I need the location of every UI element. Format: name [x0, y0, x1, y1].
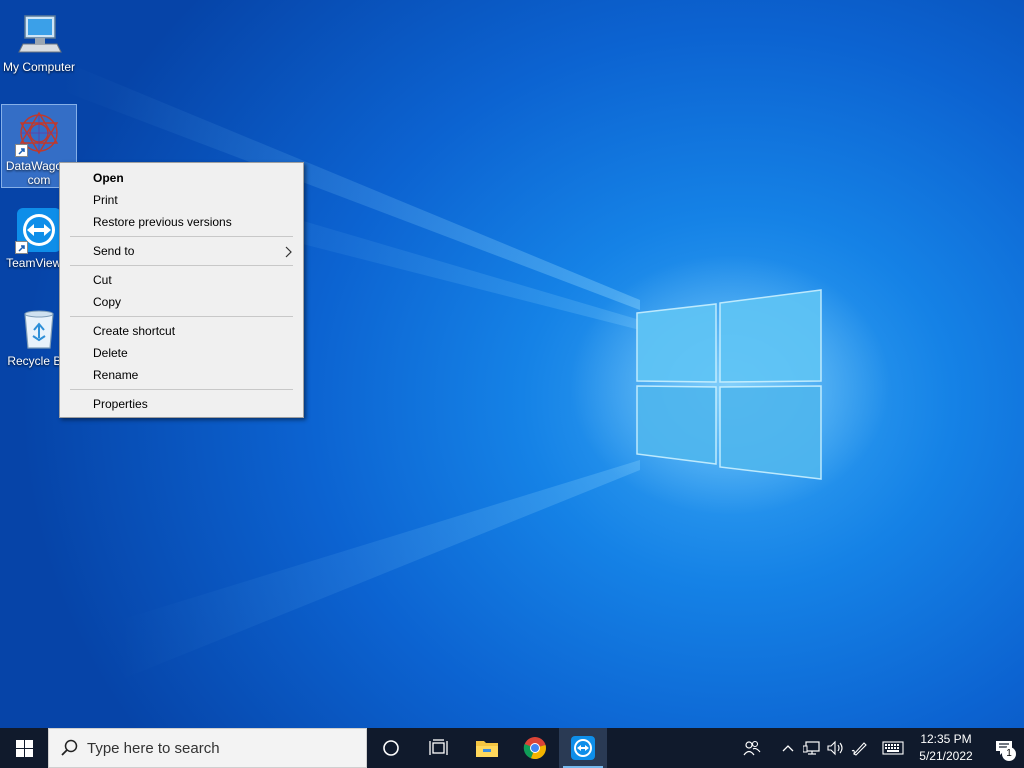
- context-menu: Open Print Restore previous versions Sen…: [59, 162, 304, 418]
- datawagon-icon: [15, 109, 63, 157]
- people-icon: [743, 740, 761, 756]
- chevron-right-icon: [285, 240, 293, 262]
- menu-item-properties[interactable]: Properties: [60, 393, 303, 415]
- people-button[interactable]: [740, 728, 764, 768]
- teamviewer-icon: [15, 206, 63, 254]
- windows-start-icon: [15, 739, 33, 757]
- menu-item-label: Send to: [93, 244, 135, 258]
- menu-item-print[interactable]: Print: [60, 189, 303, 211]
- teamviewer-icon: [571, 736, 595, 760]
- desktop-icon-my-computer[interactable]: My Computer: [1, 6, 77, 74]
- chrome-icon: [523, 737, 546, 760]
- task-view-icon: [429, 739, 448, 755]
- menu-item-restore-previous-versions[interactable]: Restore previous versions: [60, 211, 303, 233]
- menu-separator: [70, 316, 293, 317]
- search-placeholder: Type here to search: [87, 739, 220, 757]
- file-explorer-icon: [476, 741, 498, 757]
- menu-separator: [70, 236, 293, 237]
- menu-separator: [70, 265, 293, 266]
- taskbar-clock[interactable]: 12:35 PM 5/21/2022: [908, 731, 984, 765]
- volume-button[interactable]: [824, 728, 848, 768]
- shortcut-arrow-icon: [15, 144, 28, 157]
- touch-keyboard-button[interactable]: [878, 728, 908, 768]
- cortana-circle-icon: [383, 740, 399, 756]
- taskbar-search-box[interactable]: Type here to search: [48, 728, 367, 768]
- taskbar-app-file-explorer[interactable]: [463, 728, 511, 768]
- search-icon: [61, 739, 78, 756]
- chevron-up-icon: [782, 745, 794, 752]
- clock-time: 12:35 PM: [920, 732, 972, 746]
- menu-item-open[interactable]: Open: [60, 167, 303, 189]
- show-hidden-icons-button[interactable]: [776, 728, 800, 768]
- pen-icon: [851, 742, 867, 756]
- start-button[interactable]: [0, 728, 48, 768]
- network-button[interactable]: [800, 728, 824, 768]
- pen-workspace-button[interactable]: [848, 728, 872, 768]
- recycle-bin-icon: [15, 304, 63, 352]
- desktop-icon-label: My Computer: [2, 60, 76, 74]
- shortcut-arrow-icon: [15, 241, 28, 254]
- taskbar-app-teamviewer[interactable]: [559, 728, 607, 768]
- taskbar: Type here to search 12:35 PM 5/21/2022 1: [0, 728, 1024, 768]
- clock-date: 5/21/2022: [919, 749, 973, 763]
- notification-count-badge: 1: [1002, 747, 1016, 761]
- network-icon: [803, 741, 820, 755]
- task-view-button[interactable]: [415, 728, 463, 768]
- menu-item-rename[interactable]: Rename: [60, 364, 303, 386]
- action-center-button[interactable]: 1: [984, 728, 1024, 768]
- speaker-icon: [827, 740, 843, 756]
- keyboard-icon: [882, 741, 904, 755]
- menu-item-delete[interactable]: Delete: [60, 342, 303, 364]
- menu-item-copy[interactable]: Copy: [60, 291, 303, 313]
- cortana-button[interactable]: [367, 728, 415, 768]
- system-tray: 12:35 PM 5/21/2022 1: [740, 728, 1024, 768]
- menu-item-cut[interactable]: Cut: [60, 269, 303, 291]
- menu-item-create-shortcut[interactable]: Create shortcut: [60, 320, 303, 342]
- menu-separator: [70, 389, 293, 390]
- computer-icon: [15, 10, 63, 58]
- taskbar-app-chrome[interactable]: [511, 728, 559, 768]
- menu-item-send-to[interactable]: Send to: [60, 240, 303, 262]
